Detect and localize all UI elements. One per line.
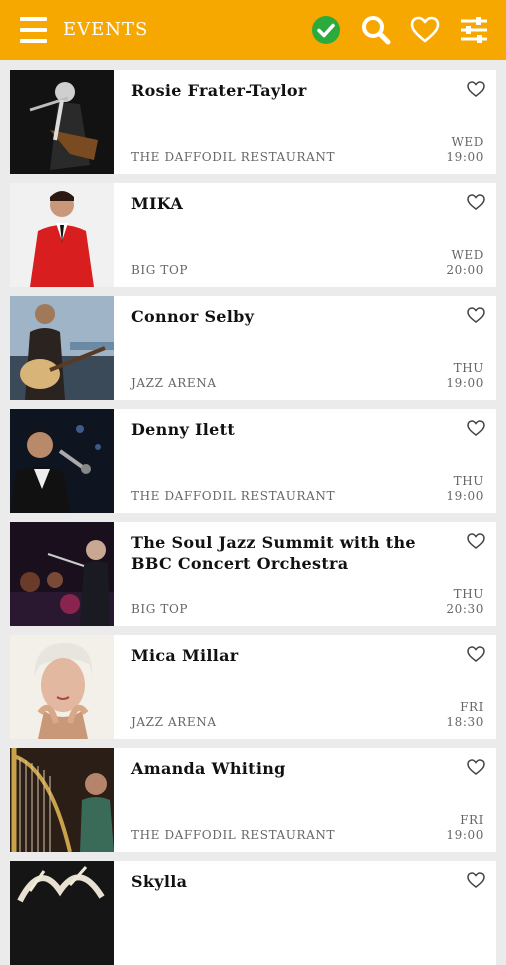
event-thumbnail — [10, 635, 114, 739]
event-venue: BIG TOP — [131, 263, 189, 277]
event-day: THU — [453, 587, 484, 601]
search-icon[interactable] — [360, 14, 392, 46]
event-name: Amanda Whiting — [131, 759, 286, 778]
event-name: Mica Millar — [131, 646, 239, 665]
event-name: The Soul Jazz Summit with the BBC Concer… — [131, 533, 416, 573]
event-card[interactable]: Rosie Frater-Taylor THE DAFFODIL RESTAUR… — [10, 70, 496, 174]
page-title: EVENTS — [63, 19, 149, 40]
event-thumbnail — [10, 70, 114, 174]
event-card[interactable]: Skylla — [10, 861, 496, 965]
event-time: 19:00 — [446, 828, 484, 842]
favorite-heart-icon[interactable] — [466, 305, 486, 325]
event-time: 20:00 — [446, 263, 484, 277]
event-time: 20:30 — [446, 602, 484, 616]
event-venue: JAZZ ARENA — [131, 376, 217, 390]
top-app-bar: EVENTS — [0, 0, 506, 60]
favorite-heart-icon[interactable] — [466, 531, 486, 551]
event-card[interactable]: The Soul Jazz Summit with the BBC Concer… — [10, 522, 496, 626]
event-day: WED — [451, 248, 484, 262]
event-card[interactable]: MIKA BIG TOP WED 20:00 — [10, 183, 496, 287]
event-venue: THE DAFFODIL RESTAURANT — [131, 828, 336, 842]
event-thumbnail — [10, 748, 114, 852]
event-time: 18:30 — [446, 715, 484, 729]
event-name: Denny Ilett — [131, 420, 236, 439]
event-day: THU — [453, 474, 484, 488]
event-venue: JAZZ ARENA — [131, 715, 217, 729]
event-day: FRI — [460, 700, 484, 714]
favorite-heart-icon[interactable] — [466, 757, 486, 777]
favorite-heart-icon[interactable] — [466, 870, 486, 890]
event-card[interactable]: Connor Selby JAZZ ARENA THU 19:00 — [10, 296, 496, 400]
event-name: Skylla — [131, 872, 188, 891]
heart-icon[interactable] — [409, 14, 441, 46]
event-day: THU — [453, 361, 484, 375]
sliders-icon[interactable] — [458, 14, 490, 46]
event-card[interactable]: Amanda Whiting THE DAFFODIL RESTAURANT F… — [10, 748, 496, 852]
event-thumbnail — [10, 522, 114, 626]
event-venue: THE DAFFODIL RESTAURANT — [131, 489, 336, 503]
event-thumbnail — [10, 296, 114, 400]
event-venue: BIG TOP — [131, 602, 189, 616]
event-venue: THE DAFFODIL RESTAURANT — [131, 150, 336, 164]
event-time: 19:00 — [446, 489, 484, 503]
event-thumbnail — [10, 409, 114, 513]
event-time: 19:00 — [446, 150, 484, 164]
check-circle-icon[interactable] — [310, 14, 342, 46]
favorite-heart-icon[interactable] — [466, 418, 486, 438]
event-day: FRI — [460, 813, 484, 827]
event-card[interactable]: Mica Millar JAZZ ARENA FRI 18:30 — [10, 635, 496, 739]
favorite-heart-icon[interactable] — [466, 192, 486, 212]
event-name: Rosie Frater-Taylor — [131, 81, 307, 100]
event-name: Connor Selby — [131, 307, 255, 326]
favorite-heart-icon[interactable] — [466, 79, 486, 99]
event-day: WED — [451, 135, 484, 149]
event-card[interactable]: Denny Ilett THE DAFFODIL RESTAURANT THU … — [10, 409, 496, 513]
event-name: MIKA — [131, 194, 184, 213]
event-thumbnail — [10, 183, 114, 287]
menu-icon[interactable] — [20, 17, 47, 43]
event-thumbnail — [10, 861, 114, 965]
favorite-heart-icon[interactable] — [466, 644, 486, 664]
event-time: 19:00 — [446, 376, 484, 390]
